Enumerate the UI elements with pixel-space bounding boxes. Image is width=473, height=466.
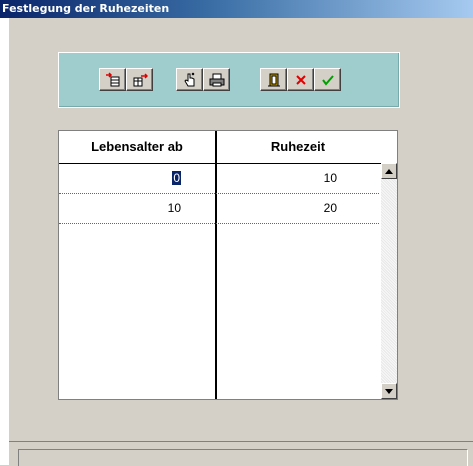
cancel-button[interactable]	[287, 68, 314, 91]
delete-row-button[interactable]	[126, 68, 153, 91]
arrow-up-icon	[385, 168, 393, 174]
window-title: Festlegung der Ruhezeiten	[2, 2, 170, 15]
status-field	[18, 449, 468, 466]
cell-lebensalter[interactable]: 10	[59, 194, 181, 223]
toolbar	[58, 52, 400, 108]
table-row[interactable]: 10 20	[59, 194, 379, 224]
scroll-down-button[interactable]	[381, 383, 397, 399]
hand-pointer-icon	[183, 72, 194, 86]
printer-icon	[209, 73, 224, 86]
confirm-button[interactable]	[314, 68, 341, 91]
vertical-scrollbar[interactable]	[381, 163, 397, 399]
exit-button[interactable]	[260, 68, 287, 91]
delete-row-icon	[133, 72, 148, 86]
table-header: Lebensalter ab Ruhezeit	[59, 131, 397, 164]
insert-row-button[interactable]	[99, 68, 126, 91]
insert-row-icon	[105, 71, 119, 86]
cell-ruhezeit[interactable]: 20	[217, 194, 337, 223]
scroll-up-button[interactable]	[381, 163, 397, 179]
table-row[interactable]: 0 10	[59, 164, 379, 194]
cell-lebensalter[interactable]: 0	[59, 164, 181, 193]
title-bar: Festlegung der Ruhezeiten	[0, 0, 473, 18]
arrow-down-icon	[385, 388, 393, 394]
rest-times-table: Lebensalter ab Ruhezeit 0 10 10 20	[58, 130, 398, 400]
print-button[interactable]	[203, 68, 230, 91]
cancel-x-icon	[295, 74, 306, 85]
confirm-check-icon	[321, 74, 334, 86]
cell-ruhezeit[interactable]: 10	[217, 164, 337, 193]
column-header-ruhezeit[interactable]: Ruhezeit	[217, 131, 379, 163]
selected-value[interactable]: 0	[172, 171, 181, 185]
column-header-lebensalter[interactable]: Lebensalter ab	[59, 131, 215, 163]
exit-door-icon	[267, 73, 280, 86]
status-bar	[9, 441, 473, 466]
main-content: Lebensalter ab Ruhezeit 0 10 10 20	[9, 18, 473, 465]
left-frame-edge	[0, 18, 9, 465]
select-hand-button[interactable]	[176, 68, 203, 91]
